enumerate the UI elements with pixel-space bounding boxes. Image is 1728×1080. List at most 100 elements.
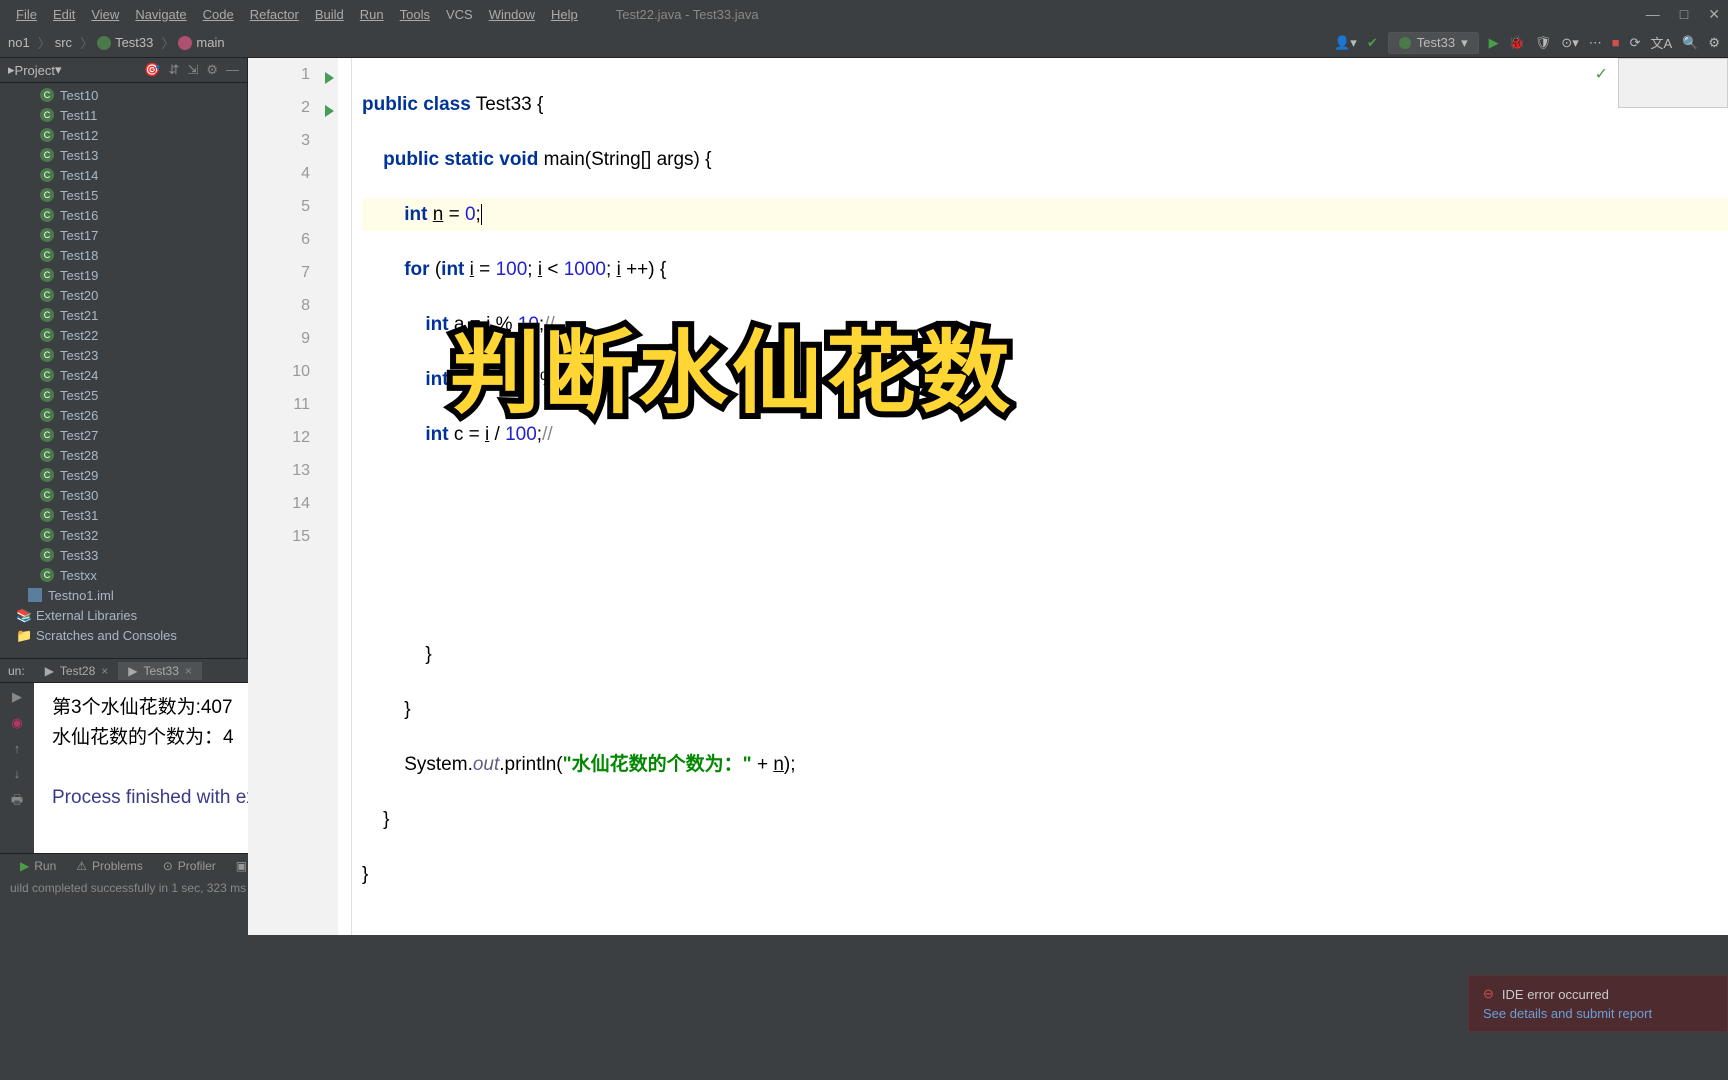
window-controls: — □ ✕ <box>1646 6 1720 23</box>
tree-class-item[interactable]: Test16 <box>0 205 247 225</box>
menu-run[interactable]: Run <box>352 7 392 22</box>
line-number: 8 <box>248 297 338 330</box>
expand-icon[interactable]: ⇲ <box>187 62 198 78</box>
run-config-dropdown[interactable]: Test33 ▾ <box>1388 32 1479 54</box>
tree-class-item[interactable]: Testxx <box>0 565 247 585</box>
project-title[interactable]: Project <box>15 63 55 78</box>
error-notification[interactable]: ⊖IDE error occurred See details and subm… <box>1468 975 1728 1032</box>
run-gutter-icon[interactable] <box>325 72 334 84</box>
line-number: 11 <box>248 396 338 429</box>
down-icon[interactable]: ↓ <box>14 766 21 781</box>
tree-class-item[interactable]: Test33 <box>0 545 247 565</box>
tree-libs-item[interactable]: 📚External Libraries <box>0 605 247 625</box>
run-config-icon <box>1399 37 1411 49</box>
tree-class-item[interactable]: Test13 <box>0 145 247 165</box>
close-icon[interactable]: × <box>101 664 108 678</box>
menu-refactor[interactable]: Refactor <box>242 7 307 22</box>
menu-build[interactable]: Build <box>307 7 352 22</box>
maximize-icon[interactable]: □ <box>1680 6 1688 23</box>
tree-class-item[interactable]: Test22 <box>0 325 247 345</box>
debug-icon[interactable]: 🐞 <box>1509 35 1525 51</box>
gear-icon[interactable]: ⚙ <box>206 62 218 78</box>
class-icon <box>40 128 54 142</box>
class-icon <box>40 88 54 102</box>
menu-tools[interactable]: Tools <box>392 7 438 22</box>
tree-class-item[interactable]: Test32 <box>0 525 247 545</box>
close-icon[interactable]: × <box>185 664 192 678</box>
menu-vcs[interactable]: VCS <box>438 7 481 22</box>
class-icon <box>40 148 54 162</box>
exit-icon[interactable]: ↑ <box>14 741 21 756</box>
tree-class-item[interactable]: Test23 <box>0 345 247 365</box>
run-tool-button[interactable]: ▶Run <box>10 859 66 873</box>
collapse-icon[interactable]: ⇵ <box>169 62 180 78</box>
tree-class-item[interactable]: Test21 <box>0 305 247 325</box>
menu-help[interactable]: Help <box>543 7 586 22</box>
tree-class-item[interactable]: Test29 <box>0 465 247 485</box>
run-tab-test33[interactable]: ▶ Test33 × <box>118 662 202 680</box>
overlay-caption: 判断水仙花数 <box>450 300 1014 430</box>
print-icon[interactable]: 🖶 <box>11 791 23 813</box>
tree-class-item[interactable]: Test19 <box>0 265 247 285</box>
minimize-icon[interactable]: — <box>1646 6 1660 23</box>
crumb-class[interactable]: Test33 <box>115 35 153 50</box>
class-icon <box>40 528 54 542</box>
tree-class-item[interactable]: Test10 <box>0 85 247 105</box>
profiler-dropdown-icon[interactable]: ⊙▾ <box>1561 35 1578 51</box>
tree-class-item[interactable]: Test28 <box>0 445 247 465</box>
tree-class-item[interactable]: Test12 <box>0 125 247 145</box>
code-editor[interactable]: ✓ 1 2 3 4 5 6 7 8 9 10 11 12 13 14 15 pu… <box>248 58 1728 935</box>
update-icon[interactable]: ⟳ <box>1630 35 1641 51</box>
tree-class-item[interactable]: Test26 <box>0 405 247 425</box>
tree-class-item[interactable]: Test20 <box>0 285 247 305</box>
tree-class-item[interactable]: Test27 <box>0 425 247 445</box>
menu-navigate[interactable]: Navigate <box>127 7 194 22</box>
minimap[interactable] <box>1618 58 1728 108</box>
tree-class-item[interactable]: Test24 <box>0 365 247 385</box>
project-dropdown-icon[interactable]: ▾ <box>55 62 62 78</box>
tree-class-item[interactable]: Test25 <box>0 385 247 405</box>
tree-scratches-item[interactable]: 📁Scratches and Consoles <box>0 625 247 645</box>
crumb-method[interactable]: main <box>196 35 224 50</box>
stop-icon[interactable]: ◉ <box>11 715 22 731</box>
tree-class-item[interactable]: Test17 <box>0 225 247 245</box>
add-user-icon[interactable]: 👤▾ <box>1334 35 1357 51</box>
stop-icon[interactable]: ■ <box>1612 35 1620 50</box>
locate-icon[interactable]: 🎯 <box>144 62 160 78</box>
rerun-icon[interactable]: ▶ <box>12 689 22 705</box>
menu-window[interactable]: Window <box>481 7 543 22</box>
coverage-icon[interactable]: 🛡 <box>1535 35 1552 51</box>
run-tab-test28[interactable]: ▶ Test28 × <box>35 662 119 680</box>
tree-item-label: Test19 <box>60 268 98 283</box>
profiler-tool-button[interactable]: ⊙Profiler <box>153 859 226 873</box>
menu-code[interactable]: Code <box>195 7 242 22</box>
menu-edit[interactable]: Edit <box>45 7 83 22</box>
class-icon <box>40 428 54 442</box>
crumb-src[interactable]: src <box>55 35 72 50</box>
run-icon[interactable]: ▶ <box>1489 35 1499 51</box>
tree-item-label: Test10 <box>60 88 98 103</box>
attach-icon[interactable]: ⋯ <box>1589 35 1602 51</box>
hide-icon[interactable]: — <box>226 62 239 78</box>
tree-class-item[interactable]: Test14 <box>0 165 247 185</box>
menu-file[interactable]: File <box>8 7 45 22</box>
translate-icon[interactable]: 文A <box>1650 33 1672 52</box>
run-gutter-icon[interactable] <box>325 105 334 117</box>
search-icon[interactable]: 🔍 <box>1682 35 1698 51</box>
error-link[interactable]: See details and submit report <box>1483 1006 1713 1021</box>
crumb-project[interactable]: no1 <box>8 35 30 50</box>
problems-tool-button[interactable]: ⚠Problems <box>66 859 152 873</box>
tree-class-item[interactable]: Test31 <box>0 505 247 525</box>
tree-class-item[interactable]: Test11 <box>0 105 247 125</box>
hammer-icon[interactable]: ✔ <box>1367 35 1378 51</box>
tree-class-item[interactable]: Test30 <box>0 485 247 505</box>
more-icon[interactable]: ⚙ <box>1708 35 1720 51</box>
tree-class-item[interactable]: Test18 <box>0 245 247 265</box>
close-icon[interactable]: ✕ <box>1708 6 1720 23</box>
menu-view[interactable]: View <box>83 7 127 22</box>
code-content[interactable]: public class Test33 { public static void… <box>352 58 1728 935</box>
fold-strip[interactable] <box>338 58 352 935</box>
tree-iml-item[interactable]: Testno1.iml <box>0 585 247 605</box>
tree-class-item[interactable]: Test15 <box>0 185 247 205</box>
class-icon <box>40 508 54 522</box>
